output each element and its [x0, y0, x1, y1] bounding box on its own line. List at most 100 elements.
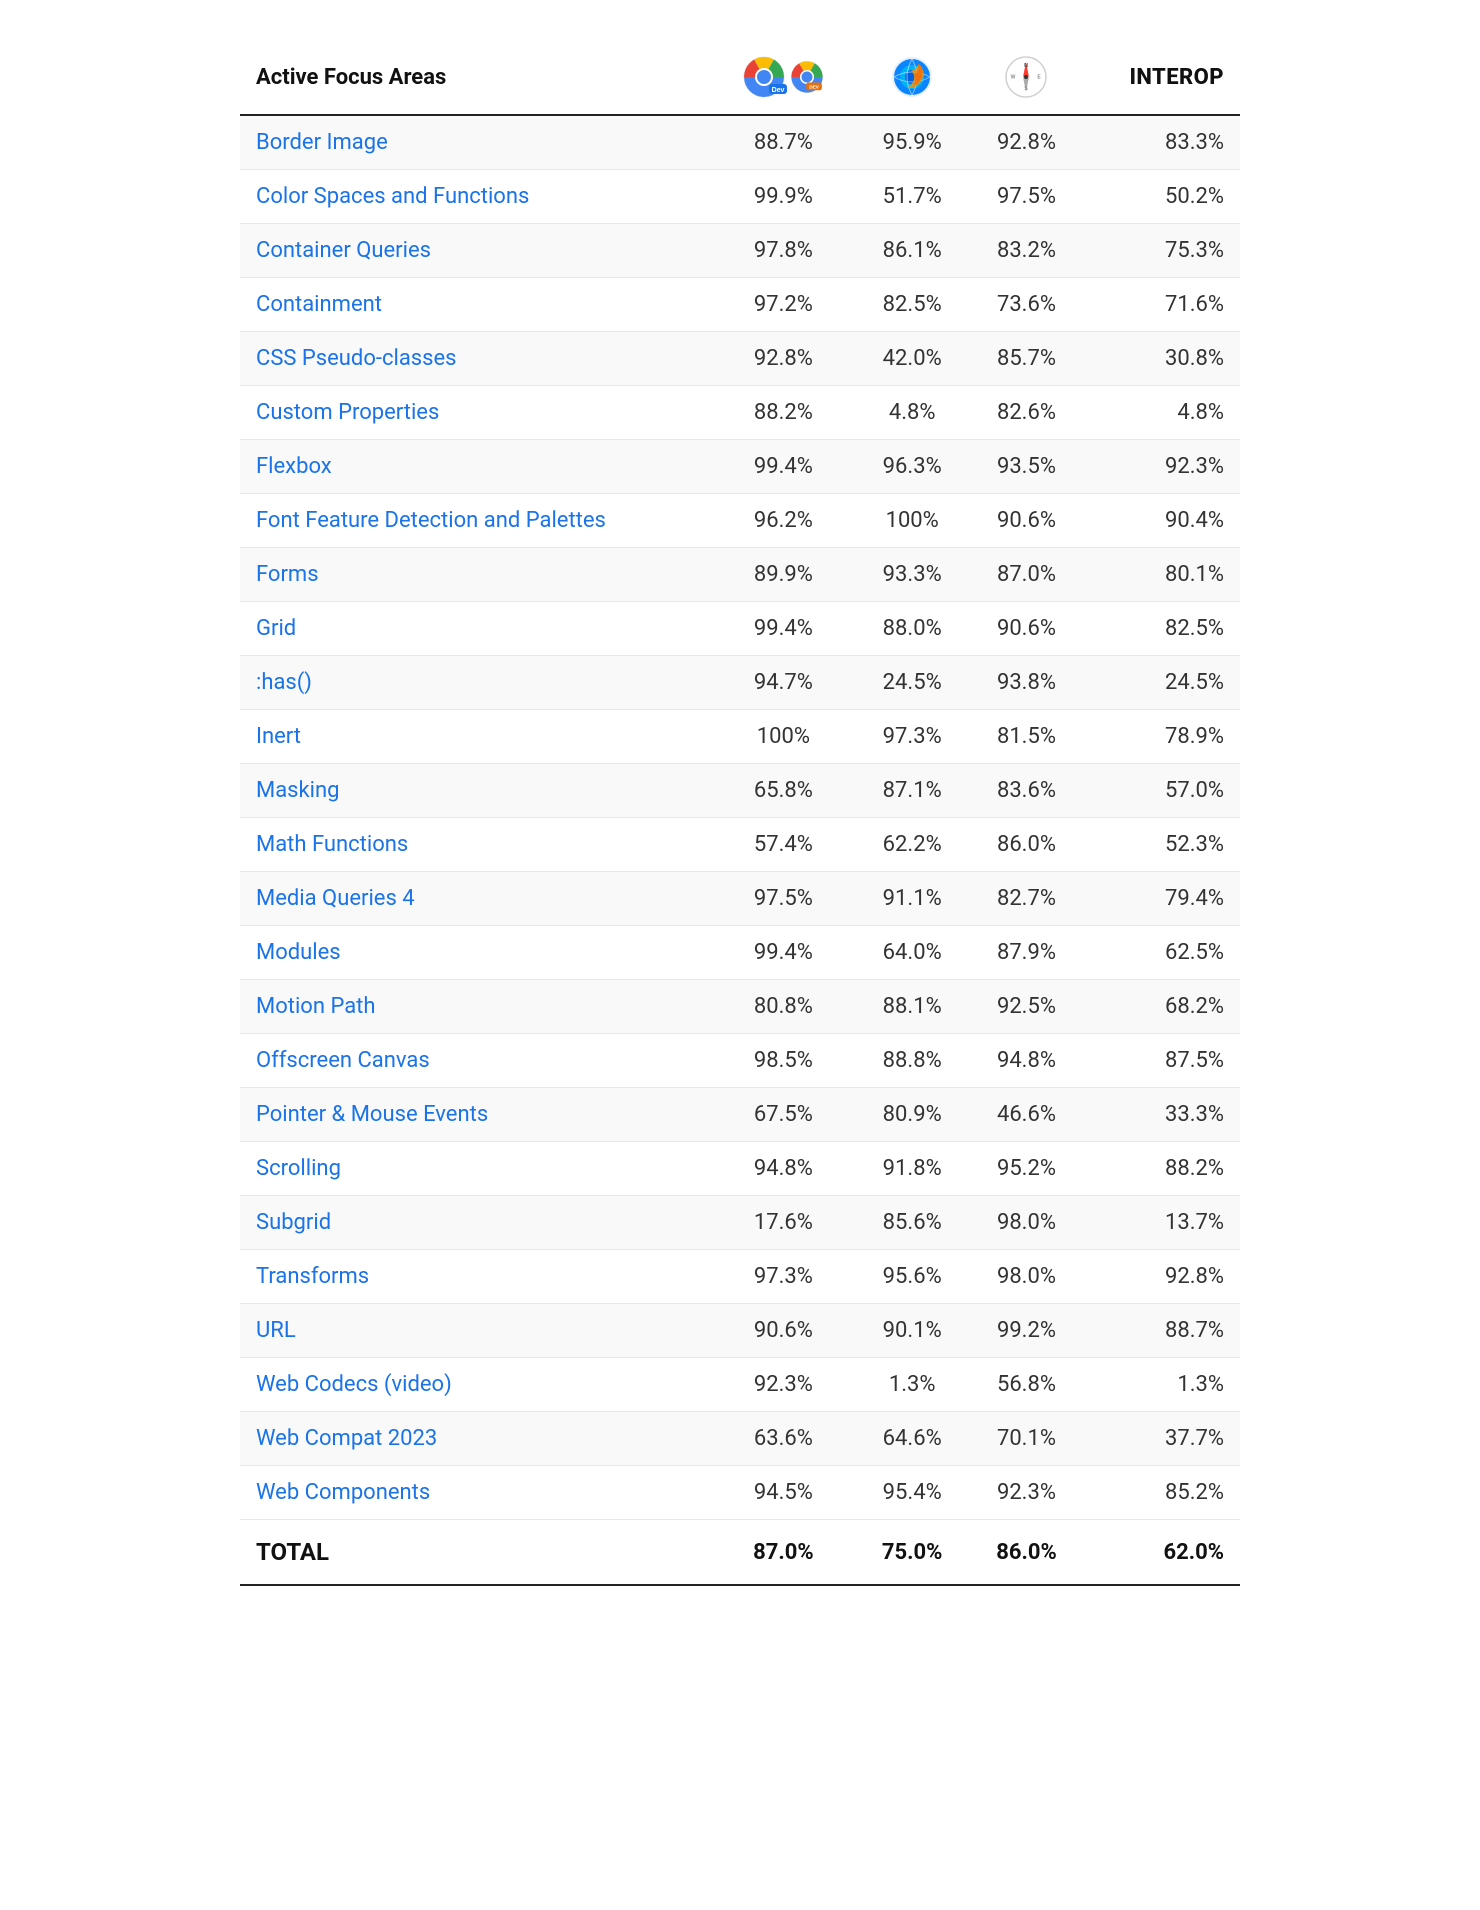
table-row: Custom Properties88.2%4.8%82.6%4.8%	[240, 386, 1240, 440]
safari-value-cell: 70.1%	[969, 1412, 1083, 1466]
chrome-value-cell: 97.8%	[712, 224, 855, 278]
safari-value-cell: 99.2%	[969, 1304, 1083, 1358]
total-row: TOTAL87.0%75.0%86.0%62.0%	[240, 1520, 1240, 1586]
table-row: Math Functions57.4%62.2%86.0%52.3%	[240, 818, 1240, 872]
chrome-value-cell: 92.3%	[712, 1358, 855, 1412]
feature-name-cell[interactable]: Masking	[240, 764, 712, 818]
safari-value-cell: 86.0%	[969, 818, 1083, 872]
focus-areas-table: Active Focus Areas	[240, 40, 1240, 1586]
interop-value-cell: 71.6%	[1084, 278, 1240, 332]
table-row: Web Components94.5%95.4%92.3%85.2%	[240, 1466, 1240, 1520]
chrome-canary-icon: DEV	[789, 59, 825, 95]
interop-value-cell: 87.5%	[1084, 1034, 1240, 1088]
feature-name-cell[interactable]: Media Queries 4	[240, 872, 712, 926]
table-row: Motion Path80.8%88.1%92.5%68.2%	[240, 980, 1240, 1034]
feature-name-cell[interactable]: URL	[240, 1304, 712, 1358]
feature-name-cell[interactable]: Border Image	[240, 115, 712, 170]
svg-text:W: W	[1011, 75, 1016, 81]
table-row: Border Image88.7%95.9%92.8%83.3%	[240, 115, 1240, 170]
interop-value-cell: 82.5%	[1084, 602, 1240, 656]
feature-name-cell[interactable]: CSS Pseudo-classes	[240, 332, 712, 386]
feature-name-cell[interactable]: Subgrid	[240, 1196, 712, 1250]
safari-value-cell: 82.6%	[969, 386, 1083, 440]
firefox-value-cell: 97.3%	[855, 710, 969, 764]
feature-name-cell[interactable]: Containment	[240, 278, 712, 332]
firefox-value-cell: 90.1%	[855, 1304, 969, 1358]
safari-value-cell: 83.2%	[969, 224, 1083, 278]
firefox-value-cell: 64.6%	[855, 1412, 969, 1466]
feature-name-cell[interactable]: Transforms	[240, 1250, 712, 1304]
feature-name-cell[interactable]: Pointer & Mouse Events	[240, 1088, 712, 1142]
firefox-icon-wrapper	[871, 54, 953, 100]
feature-name-cell[interactable]: Modules	[240, 926, 712, 980]
interop-value-cell: 83.3%	[1084, 115, 1240, 170]
feature-name-cell[interactable]: Grid	[240, 602, 712, 656]
feature-name-cell[interactable]: Color Spaces and Functions	[240, 170, 712, 224]
chrome-value-cell: 97.5%	[712, 872, 855, 926]
safari-value-cell: 90.6%	[969, 602, 1083, 656]
feature-name-cell[interactable]: Container Queries	[240, 224, 712, 278]
total-chrome-value: 87.0%	[712, 1520, 855, 1586]
safari-value-cell: 56.8%	[969, 1358, 1083, 1412]
safari-value-cell: 83.6%	[969, 764, 1083, 818]
feature-name-cell[interactable]: Scrolling	[240, 1142, 712, 1196]
table-row: Media Queries 497.5%91.1%82.7%79.4%	[240, 872, 1240, 926]
firefox-value-cell: 80.9%	[855, 1088, 969, 1142]
safari-value-cell: 93.8%	[969, 656, 1083, 710]
table-row: :has()94.7%24.5%93.8%24.5%	[240, 656, 1240, 710]
interop-value-cell: 88.2%	[1084, 1142, 1240, 1196]
table-row: Offscreen Canvas98.5%88.8%94.8%87.5%	[240, 1034, 1240, 1088]
chrome-value-cell: 57.4%	[712, 818, 855, 872]
interop-value-cell: 37.7%	[1084, 1412, 1240, 1466]
feature-name-cell[interactable]: Inert	[240, 710, 712, 764]
interop-value-cell: 92.8%	[1084, 1250, 1240, 1304]
safari-value-cell: 87.0%	[969, 548, 1083, 602]
interop-value-cell: 90.4%	[1084, 494, 1240, 548]
safari-value-cell: 98.0%	[969, 1196, 1083, 1250]
table-row: Modules99.4%64.0%87.9%62.5%	[240, 926, 1240, 980]
interop-value-cell: 30.8%	[1084, 332, 1240, 386]
chrome-value-cell: 99.4%	[712, 926, 855, 980]
feature-name-cell[interactable]: Motion Path	[240, 980, 712, 1034]
table-body: Border Image88.7%95.9%92.8%83.3%Color Sp…	[240, 115, 1240, 1585]
header-interop: INTEROP	[1084, 40, 1240, 115]
firefox-value-cell: 24.5%	[855, 656, 969, 710]
safari-value-cell: 92.8%	[969, 115, 1083, 170]
interop-value-cell: 13.7%	[1084, 1196, 1240, 1250]
firefox-value-cell: 62.2%	[855, 818, 969, 872]
total-interop-value: 62.0%	[1084, 1520, 1240, 1586]
feature-name-cell[interactable]: Web Compat 2023	[240, 1412, 712, 1466]
table-row: Flexbox99.4%96.3%93.5%92.3%	[240, 440, 1240, 494]
table-row: Containment97.2%82.5%73.6%71.6%	[240, 278, 1240, 332]
feature-name-cell[interactable]: Flexbox	[240, 440, 712, 494]
chrome-value-cell: 94.7%	[712, 656, 855, 710]
interop-value-cell: 75.3%	[1084, 224, 1240, 278]
feature-name-cell[interactable]: Font Feature Detection and Palettes	[240, 494, 712, 548]
safari-value-cell: 92.5%	[969, 980, 1083, 1034]
interop-value-cell: 79.4%	[1084, 872, 1240, 926]
safari-value-cell: 85.7%	[969, 332, 1083, 386]
table-row: Transforms97.3%95.6%98.0%92.8%	[240, 1250, 1240, 1304]
total-firefox-value: 75.0%	[855, 1520, 969, 1586]
feature-name-cell[interactable]: Web Codecs (video)	[240, 1358, 712, 1412]
chrome-value-cell: 67.5%	[712, 1088, 855, 1142]
table-row: Grid99.4%88.0%90.6%82.5%	[240, 602, 1240, 656]
feature-name-cell[interactable]: :has()	[240, 656, 712, 710]
firefox-value-cell: 42.0%	[855, 332, 969, 386]
feature-name-cell[interactable]: Custom Properties	[240, 386, 712, 440]
chrome-value-cell: 98.5%	[712, 1034, 855, 1088]
feature-name-cell[interactable]: Forms	[240, 548, 712, 602]
feature-name-cell[interactable]: Offscreen Canvas	[240, 1034, 712, 1088]
firefox-value-cell: 82.5%	[855, 278, 969, 332]
firefox-value-cell: 91.1%	[855, 872, 969, 926]
chrome-value-cell: 94.8%	[712, 1142, 855, 1196]
feature-name-cell[interactable]: Math Functions	[240, 818, 712, 872]
table-row: Forms89.9%93.3%87.0%80.1%	[240, 548, 1240, 602]
header-focus-areas: Active Focus Areas	[240, 40, 712, 115]
firefox-value-cell: 88.8%	[855, 1034, 969, 1088]
safari-value-cell: 73.6%	[969, 278, 1083, 332]
feature-name-cell[interactable]: Web Components	[240, 1466, 712, 1520]
firefox-value-cell: 64.0%	[855, 926, 969, 980]
firefox-value-cell: 86.1%	[855, 224, 969, 278]
safari-value-cell: 46.6%	[969, 1088, 1083, 1142]
